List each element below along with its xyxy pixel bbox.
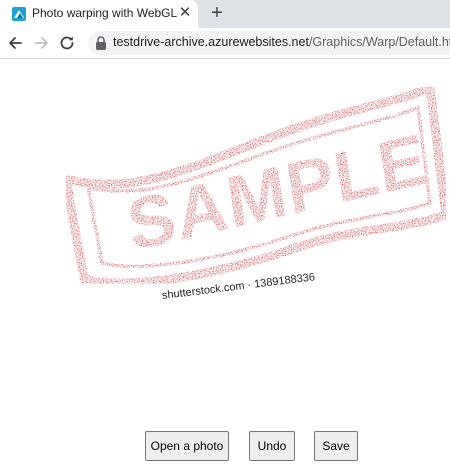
url-path: /Graphics/Warp/Default.html xyxy=(308,35,450,49)
undo-button[interactable]: Undo xyxy=(249,431,295,461)
open-photo-button[interactable]: Open a photo xyxy=(145,431,229,461)
sample-stamp-image[interactable]: SAMPLE xyxy=(58,79,450,309)
browser-window: Photo warping with WebGL ✕ + testdrive-a… xyxy=(0,0,450,469)
tab-photo-warping[interactable]: Photo warping with WebGL ✕ xyxy=(0,0,198,28)
reload-icon[interactable] xyxy=(57,33,77,53)
url-host: testdrive-archive.azurewebsites.net xyxy=(113,35,309,49)
browser-toolbar: testdrive-archive.azurewebsites.net/Grap… xyxy=(0,28,450,59)
url-text[interactable]: testdrive-archive.azurewebsites.net/Grap… xyxy=(113,35,450,49)
page-content: SAMPLE shutterstock.com · 1389188336 Ope… xyxy=(0,59,450,469)
save-button[interactable]: Save xyxy=(314,431,358,461)
lock-icon[interactable] xyxy=(95,36,107,50)
tab-title: Photo warping with WebGL xyxy=(32,6,178,20)
arrow-left-icon[interactable] xyxy=(6,33,26,53)
arrow-right-icon[interactable] xyxy=(31,33,51,53)
stamp-text: SAMPLE xyxy=(122,119,433,267)
close-icon[interactable]: ✕ xyxy=(177,5,193,21)
new-tab-plus-icon[interactable]: + xyxy=(207,3,227,23)
tab-strip: Photo warping with WebGL ✕ + xyxy=(0,0,450,28)
favicon-icon xyxy=(12,7,26,21)
address-bar[interactable]: testdrive-archive.azurewebsites.net/Grap… xyxy=(88,31,450,55)
